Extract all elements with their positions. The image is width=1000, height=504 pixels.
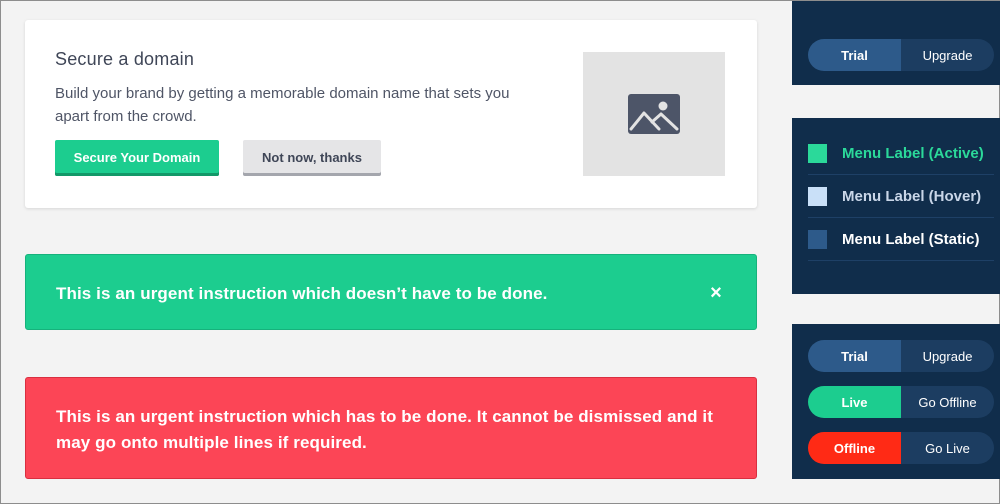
- success-alert-text: This is an urgent instruction which does…: [56, 284, 548, 303]
- menu-square-icon: [808, 143, 827, 163]
- offline-live-toggle[interactable]: Offline Go Live: [808, 432, 994, 464]
- close-icon[interactable]: ×: [702, 281, 730, 305]
- image-placeholder: [583, 52, 725, 176]
- trial-upgrade-toggle[interactable]: Trial Upgrade: [808, 39, 994, 71]
- menu-item-static[interactable]: Menu Label (Static): [808, 218, 994, 261]
- card-description: Build your brand by getting a memorable …: [55, 85, 510, 125]
- toggle-offline[interactable]: Offline: [808, 432, 901, 464]
- secure-domain-button[interactable]: Secure Your Domain: [55, 140, 219, 176]
- live-offline-toggle[interactable]: Live Go Offline: [808, 386, 994, 418]
- menu-square-icon: [808, 186, 827, 206]
- menu-item-hover[interactable]: Menu Label (Hover): [808, 175, 994, 218]
- secure-domain-card: Secure a domain Build your brand by gett…: [25, 20, 757, 208]
- menu-square-icon: [808, 229, 827, 249]
- toggle-go-offline[interactable]: Go Offline: [901, 386, 994, 418]
- danger-alert-text: This is an urgent instruction which has …: [56, 407, 714, 452]
- success-alert: This is an urgent instruction which does…: [25, 254, 757, 330]
- menu-item-label: Menu Label (Hover): [842, 187, 982, 205]
- plan-toggle-panel: Trial Upgrade: [792, 1, 1000, 85]
- card-title: Secure a domain: [55, 49, 195, 69]
- menu-item-label: Menu Label (Static): [842, 230, 980, 248]
- status-toggle-panel: Trial Upgrade Live Go Offline Offline Go…: [792, 324, 1000, 479]
- image-placeholder-icon: [628, 94, 680, 134]
- menu-item-label: Menu Label (Active): [842, 144, 984, 162]
- toggle-trial[interactable]: Trial: [808, 39, 901, 71]
- toggle-trial[interactable]: Trial: [808, 340, 901, 372]
- toggle-upgrade[interactable]: Upgrade: [901, 39, 994, 71]
- menu-item-active[interactable]: Menu Label (Active): [808, 132, 994, 175]
- not-now-button[interactable]: Not now, thanks: [243, 140, 381, 176]
- menu-panel: Menu Label (Active) Menu Label (Hover) M…: [792, 118, 1000, 294]
- toggle-upgrade[interactable]: Upgrade: [901, 340, 994, 372]
- toggle-go-live[interactable]: Go Live: [901, 432, 994, 464]
- toggle-live[interactable]: Live: [808, 386, 901, 418]
- danger-alert: This is an urgent instruction which has …: [25, 377, 757, 479]
- trial-upgrade-toggle[interactable]: Trial Upgrade: [808, 340, 994, 372]
